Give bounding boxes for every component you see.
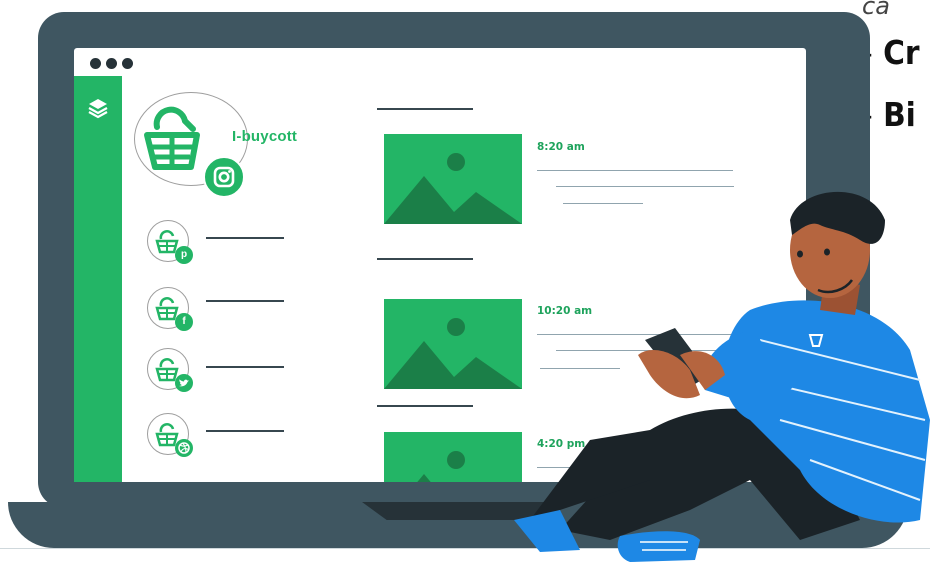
social-account-row[interactable]: f <box>147 287 193 331</box>
window-control-dot[interactable] <box>106 58 117 69</box>
account-name-placeholder <box>206 430 284 432</box>
feature-line-1: - Cr <box>862 35 920 71</box>
dribbble-icon <box>175 439 193 457</box>
person-illustration <box>514 191 930 562</box>
post-time: 8:20 am <box>537 141 585 153</box>
post-text-line <box>537 170 733 171</box>
layers-icon[interactable] <box>86 96 110 120</box>
partial-heading-text: ca <box>862 0 890 20</box>
post-header-line <box>377 108 473 110</box>
social-account-row[interactable] <box>147 413 193 457</box>
social-account-row[interactable]: p <box>147 220 193 264</box>
twitter-icon <box>175 374 193 392</box>
instagram-icon[interactable] <box>203 156 245 198</box>
post-header-line <box>377 258 473 260</box>
account-name-placeholder <box>206 300 284 302</box>
account-name-placeholder <box>206 237 284 239</box>
social-account-row[interactable] <box>147 348 193 392</box>
pinterest-icon: p <box>175 246 193 264</box>
facebook-icon: f <box>175 313 193 331</box>
account-name-placeholder <box>206 366 284 368</box>
window-control-dot[interactable] <box>122 58 133 69</box>
brand-name: I-buycott <box>232 128 298 145</box>
post-header-line <box>377 405 473 407</box>
feature-line-2: - Bi <box>862 97 916 133</box>
feature-text: Cr <box>883 33 920 72</box>
sidebar <box>74 76 122 482</box>
window-control-dot[interactable] <box>90 58 101 69</box>
feature-text: Bi <box>883 95 916 134</box>
